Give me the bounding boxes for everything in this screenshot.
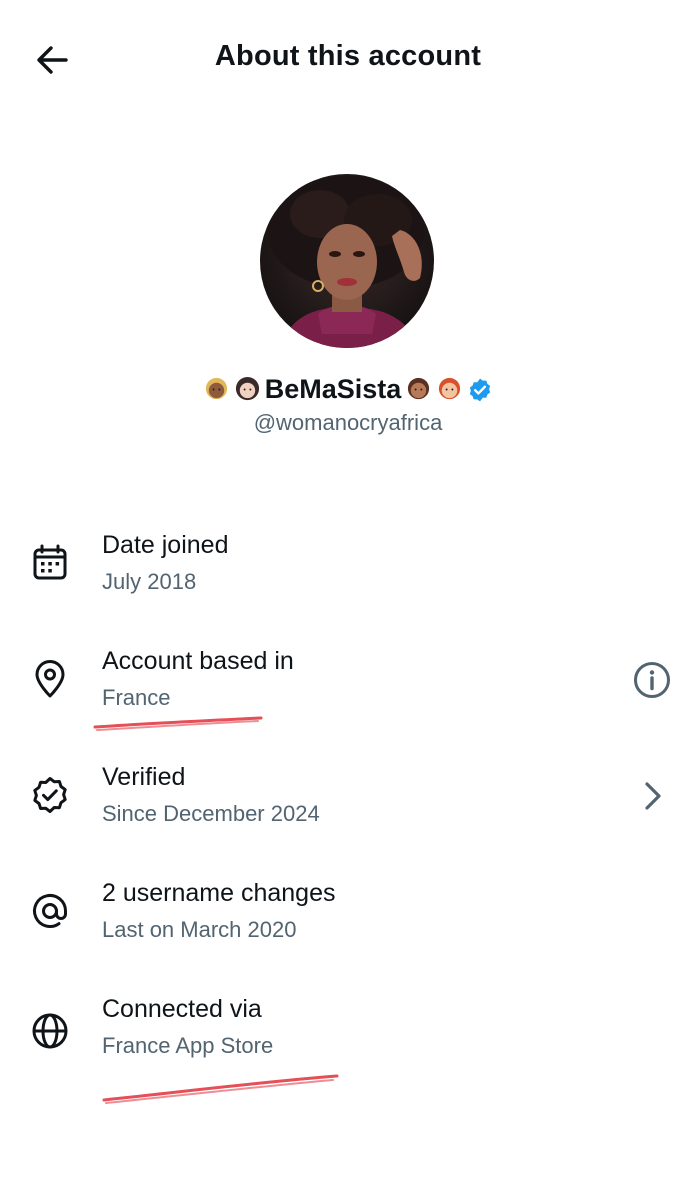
woman-emoji-icon — [439, 377, 461, 400]
row-username-changes: 2 username changes Last on March 2020 — [0, 862, 686, 978]
row-verified[interactable]: Verified Since December 2024 — [0, 746, 686, 862]
at-sign-icon — [33, 894, 67, 928]
row-title: Verified — [102, 763, 186, 791]
row-subtitle: Since December 2024 — [102, 801, 320, 826]
globe-icon — [32, 1013, 68, 1049]
row-account-based-in: Account based in France — [0, 630, 686, 746]
row-subtitle: France — [102, 685, 171, 710]
chevron-right-icon[interactable] — [632, 776, 672, 816]
row-title: Connected via — [102, 995, 262, 1023]
location-pin-icon — [35, 660, 65, 698]
top-bar: About this account — [0, 0, 686, 118]
page-title: About this account — [214, 40, 482, 72]
row-title: Date joined — [102, 531, 229, 559]
display-name: BeMaSista — [264, 374, 402, 404]
row-title: 2 username changes — [102, 879, 336, 907]
avatar — [260, 174, 434, 348]
info-icon[interactable] — [632, 660, 672, 700]
display-name-row: BeMaSista — [0, 374, 686, 405]
row-subtitle: France App Store — [102, 1033, 274, 1058]
row-connected-via: Connected via France App Store — [0, 978, 686, 1094]
username-handle: @womanocryafrica — [253, 410, 443, 435]
verified-badge-icon — [33, 777, 67, 813]
row-subtitle: Last on March 2020 — [102, 917, 297, 942]
verified-badge-icon — [470, 378, 491, 401]
row-title: Account based in — [102, 647, 294, 675]
calendar-icon — [33, 544, 67, 580]
row-date-joined: Date joined July 2018 — [0, 514, 686, 630]
row-subtitle: July 2018 — [102, 569, 197, 594]
woman-emoji-icon — [235, 376, 259, 401]
woman-emoji-icon — [408, 377, 430, 400]
woman-emoji-icon — [205, 377, 227, 400]
